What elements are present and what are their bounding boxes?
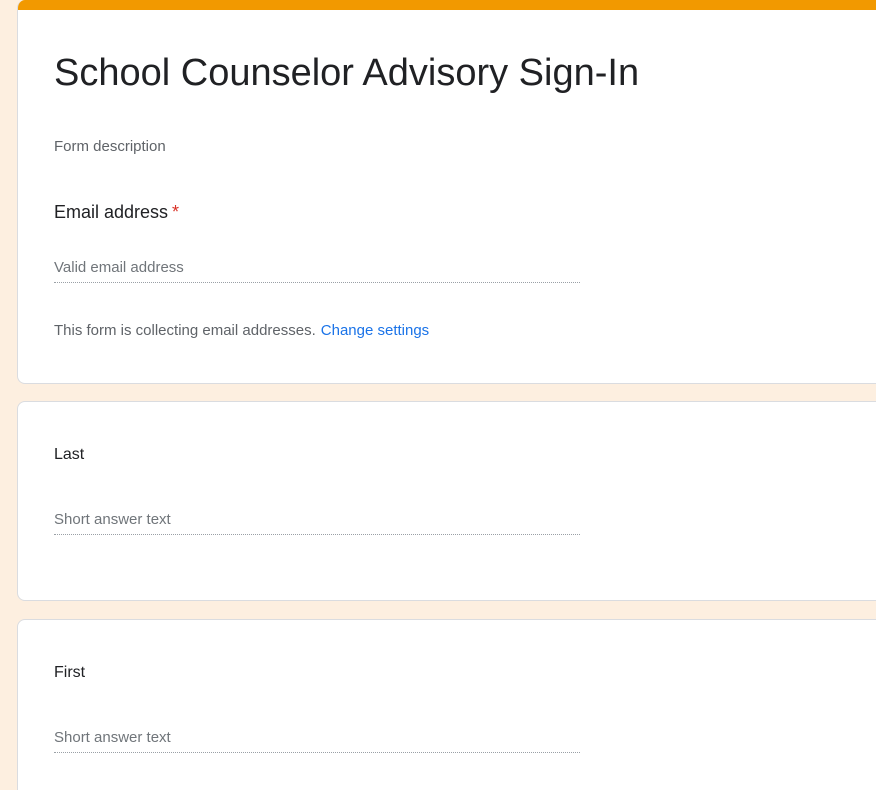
email-answer-field[interactable]: Valid email address [54,256,580,283]
required-marker: * [172,202,180,222]
form-description-field[interactable]: Form description [54,138,166,155]
email-question-label-text: Email address [54,202,169,222]
question-card-first[interactable]: First Short answer text [17,619,876,790]
question-card-last[interactable]: Last Short answer text [17,401,876,601]
form-header-card[interactable]: School Counselor Advisory Sign-In Form d… [17,0,876,384]
theme-accent-bar [18,0,876,10]
email-collection-notice-text: This form is collecting email addresses. [54,322,316,339]
email-collection-notice: This form is collecting email addresses.… [54,322,429,339]
email-question-label: Email address * [54,202,179,223]
short-answer-field-last[interactable]: Short answer text [54,508,580,535]
form-editor-page: School Counselor Advisory Sign-In Form d… [0,0,876,790]
question-label-last: Last [54,446,85,463]
short-answer-field-first[interactable]: Short answer text [54,726,580,753]
question-label-first: First [54,664,86,681]
change-settings-link[interactable]: Change settings [321,322,429,339]
form-title[interactable]: School Counselor Advisory Sign-In [54,52,639,95]
